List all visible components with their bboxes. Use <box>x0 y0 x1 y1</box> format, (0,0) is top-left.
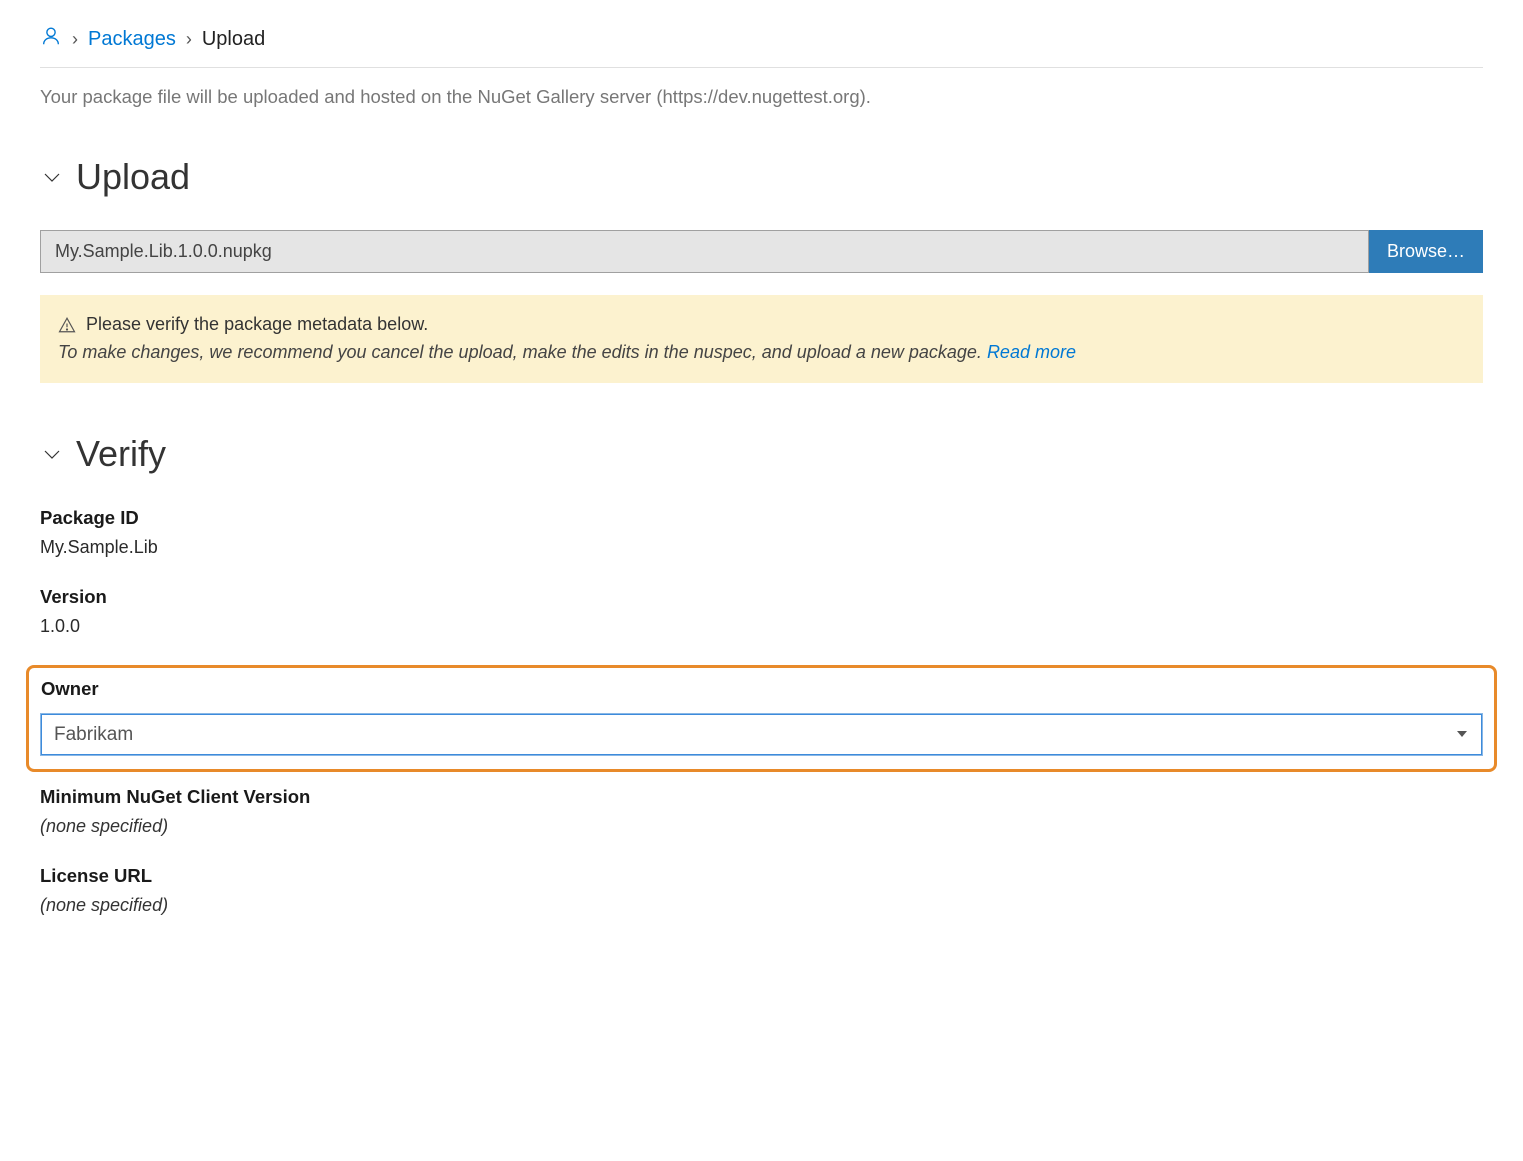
warning-icon <box>58 316 76 334</box>
license-url-label: License URL <box>40 865 1483 887</box>
breadcrumb-separator-icon: › <box>72 29 78 50</box>
owner-select[interactable]: Fabrikam <box>41 714 1482 755</box>
version-label: Version <box>40 586 1483 608</box>
version-value: 1.0.0 <box>40 616 1483 637</box>
verify-alert: Please verify the package metadata below… <box>40 295 1483 383</box>
package-id-label: Package ID <box>40 507 1483 529</box>
owner-highlight-box: Owner Fabrikam <box>26 665 1497 772</box>
alert-line1: Please verify the package metadata below… <box>86 311 428 339</box>
user-icon[interactable] <box>40 25 62 53</box>
upload-heading: Upload <box>76 156 190 198</box>
chevron-down-icon <box>40 165 64 189</box>
min-client-label: Minimum NuGet Client Version <box>40 786 1483 808</box>
breadcrumb-separator-icon: › <box>186 29 192 50</box>
upload-section-toggle[interactable]: Upload <box>40 156 1483 198</box>
read-more-link[interactable]: Read more <box>987 342 1076 362</box>
license-url-value: (none specified) <box>40 895 1483 916</box>
alert-line2: To make changes, we recommend you cancel… <box>58 342 987 362</box>
selected-file-display: My.Sample.Lib.1.0.0.nupkg <box>40 230 1369 273</box>
package-id-value: My.Sample.Lib <box>40 537 1483 558</box>
field-min-client: Minimum NuGet Client Version (none speci… <box>40 786 1483 837</box>
field-version: Version 1.0.0 <box>40 586 1483 637</box>
owner-label: Owner <box>41 678 1482 700</box>
field-license-url: License URL (none specified) <box>40 865 1483 916</box>
browse-button[interactable]: Browse… <box>1369 230 1483 273</box>
min-client-value: (none specified) <box>40 816 1483 837</box>
breadcrumb-link-packages[interactable]: Packages <box>88 28 176 51</box>
verify-heading: Verify <box>76 433 166 475</box>
breadcrumb: › Packages › Upload <box>40 25 1483 68</box>
field-package-id: Package ID My.Sample.Lib <box>40 507 1483 558</box>
breadcrumb-current: Upload <box>202 28 265 51</box>
verify-section-toggle[interactable]: Verify <box>40 433 1483 475</box>
intro-text: Your package file will be uploaded and h… <box>40 86 1483 108</box>
upload-row: My.Sample.Lib.1.0.0.nupkg Browse… <box>40 230 1483 273</box>
chevron-down-icon <box>40 442 64 466</box>
